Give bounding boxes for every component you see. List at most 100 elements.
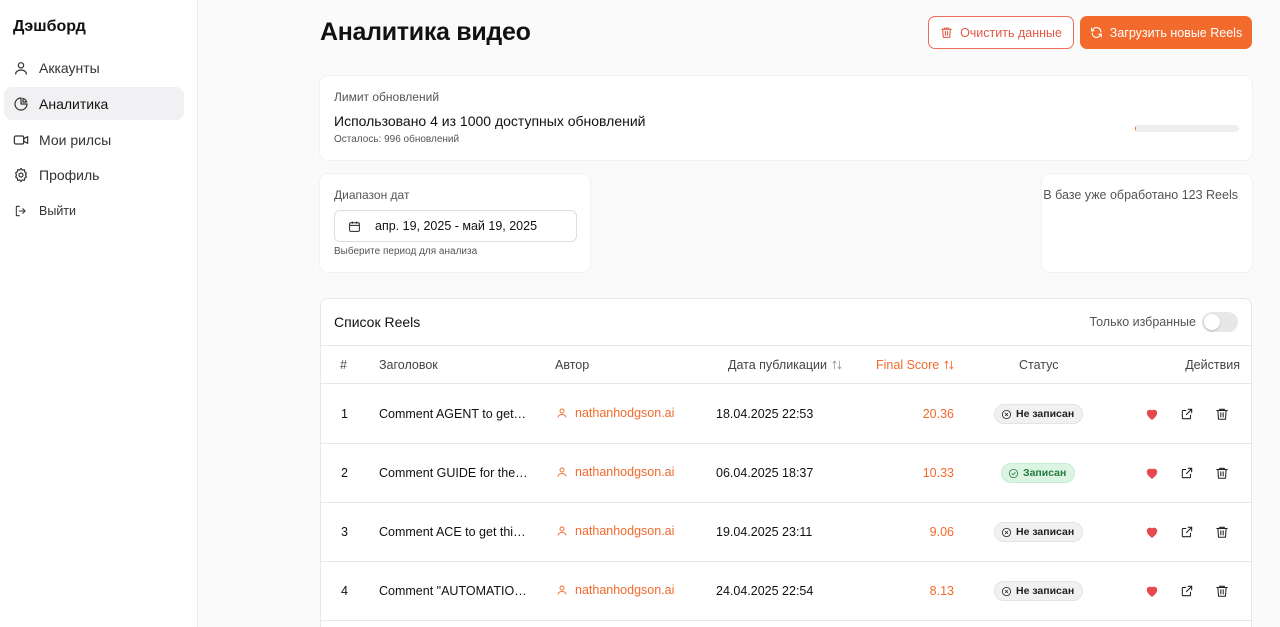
sidebar-item-my-reels[interactable]: Мои рилсы xyxy=(4,123,184,156)
toggle-knob xyxy=(1204,314,1220,330)
logout-label: Выйти xyxy=(39,203,77,218)
sort-icon xyxy=(944,360,954,370)
favorite-button[interactable] xyxy=(1144,406,1160,422)
row-author-name: nathanhodgson.ai xyxy=(575,524,675,538)
column-header-actions: Действия xyxy=(1185,358,1240,372)
delete-button[interactable] xyxy=(1214,406,1230,422)
sidebar-item-profile[interactable]: Профиль xyxy=(4,158,184,191)
open-external-button[interactable] xyxy=(1179,406,1195,422)
table-header: # Заголовок Автор Дата публикации Final … xyxy=(321,345,1251,384)
limit-remaining-text: Осталось: 996 обновлений xyxy=(334,134,460,145)
favorites-only-label: Только избранные xyxy=(1089,315,1196,329)
heart-icon xyxy=(1146,409,1158,420)
brand-title: Дэшборд xyxy=(13,18,86,35)
favorite-button[interactable] xyxy=(1144,465,1160,481)
row-number: 4 xyxy=(341,584,348,598)
table-row: 1 Comment AGENT to get a... nathanhodgso… xyxy=(321,385,1251,444)
column-header-date[interactable]: Дата публикации xyxy=(728,358,843,372)
row-author-name: nathanhodgson.ai xyxy=(575,465,675,479)
update-limit-card: Лимит обновлений Использовано 4 из 1000 … xyxy=(320,76,1252,160)
reels-table-title: Список Reels xyxy=(334,314,421,330)
date-range-label: Диапазон дат xyxy=(334,188,410,202)
open-external-button[interactable] xyxy=(1179,465,1195,481)
sidebar-item-analytics[interactable]: Аналитика xyxy=(4,87,184,120)
row-author-link[interactable]: nathanhodgson.ai xyxy=(556,583,674,597)
logout-button[interactable]: Выйти xyxy=(4,194,184,227)
date-range-value: апр. 19, 2025 - май 19, 2025 xyxy=(375,219,538,233)
date-range-card: Диапазон дат апр. 19, 2025 - май 19, 202… xyxy=(320,174,590,272)
column-header-score-label: Final Score xyxy=(876,358,940,372)
sidebar-item-label: Мои рилсы xyxy=(39,131,112,148)
table-row: 3 Comment ACE to get this ... nathanhodg… xyxy=(321,503,1251,562)
trash-icon xyxy=(941,27,952,38)
external-link-icon xyxy=(1181,526,1193,538)
database-info-card: В базе уже обработано 123 Reels xyxy=(1042,174,1252,272)
trash-icon xyxy=(1216,526,1228,538)
sort-icon xyxy=(832,360,842,370)
status-badge: Не записан xyxy=(994,522,1084,542)
sidebar-item-label: Аналитика xyxy=(39,95,109,112)
date-range-picker[interactable]: апр. 19, 2025 - май 19, 2025 xyxy=(334,210,577,242)
limit-usage-text: Использовано 4 из 1000 доступных обновле… xyxy=(334,113,646,129)
refresh-icon xyxy=(1090,27,1102,38)
clear-data-button[interactable]: Очистить данные xyxy=(928,16,1074,49)
column-header-status: Статус xyxy=(1019,358,1059,372)
column-header-number: # xyxy=(340,358,347,372)
status-badge-label: Не записан xyxy=(1016,585,1075,597)
favorite-button[interactable] xyxy=(1144,583,1160,599)
logout-icon xyxy=(13,203,29,219)
pie-chart-icon xyxy=(13,96,29,112)
user-icon xyxy=(557,467,567,477)
reels-table-card: Список Reels Только избранные # Заголово… xyxy=(320,298,1252,627)
user-icon xyxy=(557,526,567,536)
column-header-author: Автор xyxy=(555,358,590,372)
row-author-link[interactable]: nathanhodgson.ai xyxy=(556,524,674,538)
status-badge: Не записан xyxy=(994,404,1084,424)
limit-progress-bar xyxy=(1135,125,1239,132)
database-info-text: В базе уже обработано 123 Reels xyxy=(1043,188,1238,202)
date-range-hint: Выберите период для анализа xyxy=(334,246,478,257)
status-badge: Записан xyxy=(1001,463,1076,483)
user-icon xyxy=(13,60,29,76)
status-badge-label: Записан xyxy=(1023,467,1067,479)
row-author-link[interactable]: nathanhodgson.ai xyxy=(556,465,674,479)
row-publish-date: 06.04.2025 18:37 xyxy=(716,466,814,480)
delete-button[interactable] xyxy=(1214,583,1230,599)
row-title: Comment "AUTOMATION... xyxy=(379,584,529,598)
external-link-icon xyxy=(1181,408,1193,420)
favorites-only-toggle[interactable] xyxy=(1202,312,1238,332)
heart-icon xyxy=(1146,586,1158,597)
gear-icon xyxy=(13,167,29,183)
column-header-final-score[interactable]: Final Score xyxy=(876,358,955,372)
video-icon xyxy=(13,132,29,148)
limit-label: Лимит обновлений xyxy=(334,90,440,104)
calendar-icon xyxy=(349,221,360,232)
check-circle-icon xyxy=(1008,468,1019,478)
x-circle-icon xyxy=(1001,586,1012,596)
delete-button[interactable] xyxy=(1214,465,1230,481)
open-external-button[interactable] xyxy=(1179,524,1195,540)
row-author-link[interactable]: nathanhodgson.ai xyxy=(556,406,674,420)
status-badge-label: Не записан xyxy=(1016,526,1075,538)
load-reels-button[interactable]: Загрузить новые Reels xyxy=(1080,16,1252,49)
x-circle-icon xyxy=(1001,409,1012,419)
heart-icon xyxy=(1146,527,1158,538)
clear-data-label: Очистить данные xyxy=(960,25,1062,40)
external-link-icon xyxy=(1181,467,1193,479)
row-final-score: 10.33 xyxy=(922,466,954,480)
row-final-score: 9.06 xyxy=(929,525,954,539)
sidebar-item-accounts[interactable]: Аккаунты xyxy=(4,51,184,84)
row-number: 1 xyxy=(341,407,348,421)
sidebar-item-label: Профиль xyxy=(39,166,100,183)
sidebar-item-label: Аккаунты xyxy=(39,59,100,76)
delete-button[interactable] xyxy=(1214,524,1230,540)
table-row: 2 Comment GUIDE for the f... nathanhodgs… xyxy=(321,444,1251,503)
row-number: 2 xyxy=(341,466,348,480)
row-author-name: nathanhodgson.ai xyxy=(575,406,675,420)
load-reels-label: Загрузить новые Reels xyxy=(1109,25,1243,40)
open-external-button[interactable] xyxy=(1179,583,1195,599)
x-circle-icon xyxy=(1001,527,1012,537)
trash-icon xyxy=(1216,585,1228,597)
row-author-name: nathanhodgson.ai xyxy=(575,583,675,597)
favorite-button[interactable] xyxy=(1144,524,1160,540)
